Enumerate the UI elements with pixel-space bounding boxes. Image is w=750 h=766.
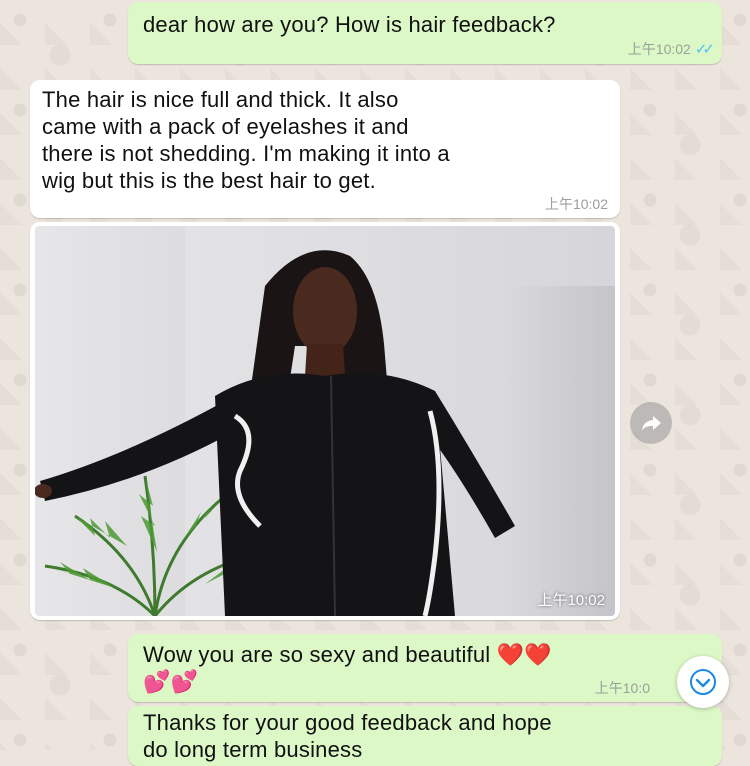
message-time: 上午10:0	[594, 680, 650, 696]
message-bubble-outgoing[interactable]: dear how are you? How is hair feedback? …	[128, 2, 722, 64]
message-bubble-outgoing[interactable]: Wow you are so sexy and beautiful ❤️❤️ 💕…	[128, 634, 722, 702]
sparkling-hearts-emoji: 💕💕	[143, 669, 199, 694]
message-line: Wow you are so sexy and beautiful	[143, 642, 491, 667]
photo-time: 上午10:02	[537, 592, 605, 609]
message-text: The hair is nice full and thick. It also…	[42, 86, 450, 194]
message-time: 上午10:02	[627, 41, 691, 57]
message-line: The hair is nice full and thick. It also	[42, 87, 399, 112]
forward-arrow-icon	[642, 416, 661, 431]
heart-emoji: ❤️❤️	[496, 642, 552, 667]
forward-button[interactable]	[630, 402, 672, 444]
message-text: Thanks for your good feedback and hope d…	[143, 709, 552, 763]
message-line: there is not shedding. I'm making it int…	[42, 141, 450, 166]
double-check-icon: ✓✓	[694, 41, 715, 58]
message-line: wig but this is the best hair to get.	[42, 168, 376, 193]
message-line: Thanks for your good feedback and hope	[143, 710, 552, 735]
message-meta: 上午10:02 ✓✓	[627, 39, 715, 59]
message-text: dear how are you? How is hair feedback?	[143, 12, 556, 37]
message-line: came with a pack of eyelashes it and	[42, 114, 409, 139]
chevron-down-icon	[690, 669, 716, 695]
woman-figure	[35, 250, 515, 616]
message-text: Wow you are so sexy and beautiful ❤️❤️	[143, 641, 552, 668]
scroll-to-bottom-button[interactable]	[677, 656, 729, 708]
message-photo[interactable]: 上午10:02	[35, 226, 615, 616]
message-bubble-incoming[interactable]: The hair is nice full and thick. It also…	[30, 80, 620, 218]
message-time: 上午10:02	[544, 196, 608, 212]
message-bubble-outgoing[interactable]: Thanks for your good feedback and hope d…	[128, 706, 722, 766]
